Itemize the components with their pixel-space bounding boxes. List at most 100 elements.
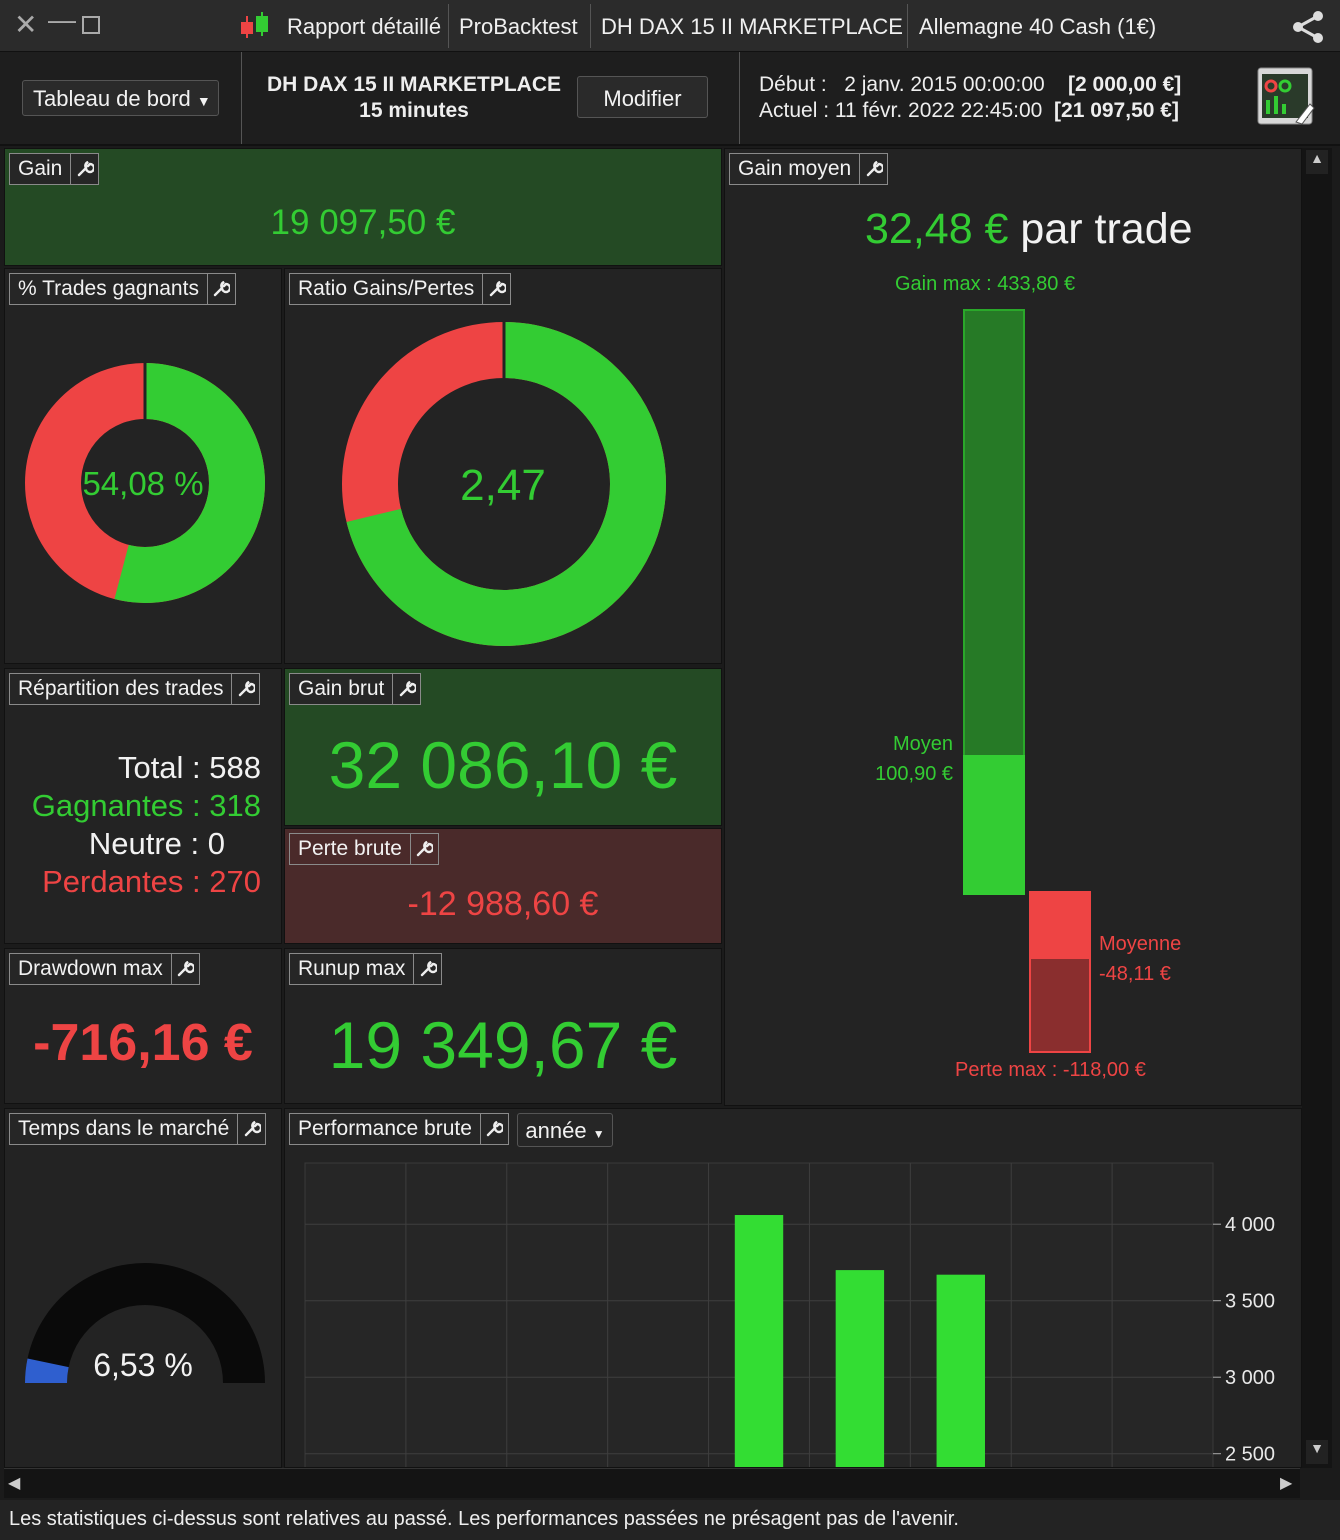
- start-label: Début :: [759, 73, 827, 96]
- gross-gain-panel: Gain brut 32 086,10 €: [284, 668, 722, 826]
- avg-loss-label: Moyenne: [1099, 933, 1182, 955]
- avg-loss-value: -48,11 €: [1099, 963, 1171, 985]
- drawdown-value: -716,16 €: [33, 1014, 253, 1072]
- candlestick-icon: [241, 12, 268, 38]
- trade-distribution-header: Répartition des trades: [9, 673, 261, 705]
- wrench-icon[interactable]: [231, 674, 259, 704]
- gain-panel-header: Gain: [9, 153, 100, 185]
- panel-title: Ratio Gains/Pertes: [298, 277, 475, 300]
- share-icon[interactable]: [1290, 10, 1326, 44]
- avg-gain-value: 32,48 €: [865, 205, 1009, 253]
- wrench-icon[interactable]: [482, 274, 510, 304]
- wrench-icon[interactable]: [170, 954, 199, 984]
- win-rate-panel-header: % Trades gagnants: [9, 273, 236, 305]
- tab-probacktest[interactable]: ProBacktest: [459, 14, 578, 40]
- panel-title: Répartition des trades: [18, 677, 224, 700]
- horizontal-scrollbar[interactable]: ◀ ▶: [4, 1468, 1300, 1498]
- chevron-down-icon: ▼: [196, 93, 211, 109]
- drawdown-header: Drawdown max: [9, 953, 200, 985]
- avg-win-bar: [963, 755, 1025, 895]
- chart-ytick-label: 3 000: [1225, 1367, 1275, 1389]
- panel-title: Perte brute: [298, 837, 402, 860]
- performance-panel: Performance brute année ▼ 4 000 3 500 3 00…: [284, 1108, 1302, 1468]
- avg-gain-panel-header: Gain moyen: [729, 153, 889, 185]
- winning-trades: Gagnantes : 318: [31, 788, 261, 823]
- tab-strategy[interactable]: DH DAX 15 II MARKETPLACE: [601, 14, 903, 40]
- avg-gain-panel: Gain moyen 32,48 € par trade Gain max : …: [724, 148, 1302, 1106]
- start-date: 2 janv. 2015 00:00:00: [844, 73, 1045, 96]
- chart-ytick-label: 2 500: [1225, 1444, 1275, 1466]
- time-in-market-panel: Temps dans le marché 6,53 %: [4, 1108, 282, 1468]
- panel-title: Temps dans le marché: [18, 1117, 230, 1140]
- current-date: 11 févr. 2022 22:45:00: [834, 99, 1043, 122]
- info-bar: Tableau de bord ▼ DH DAX 15 II MARKETPLA…: [0, 52, 1340, 146]
- win-rate-value: 54,08 %: [82, 465, 204, 502]
- panel-title: Gain brut: [298, 677, 385, 700]
- wrench-icon[interactable]: [413, 954, 441, 984]
- chart-ytick-label: 3 500: [1225, 1291, 1275, 1313]
- chart-bar: [835, 1270, 885, 1467]
- panel-title: % Trades gagnants: [18, 277, 199, 300]
- runup-panel: Runup max 19 349,67 €: [284, 948, 722, 1104]
- tab-detailed-report[interactable]: Rapport détaillé: [287, 14, 441, 40]
- avg-gain-suffix: par trade: [1020, 205, 1193, 253]
- settings-report-icon[interactable]: [1256, 66, 1318, 128]
- panel-title: Gain: [18, 157, 63, 180]
- runup-value: 19 349,67 €: [328, 1008, 678, 1082]
- modify-button[interactable]: Modifier: [577, 76, 708, 118]
- wrench-icon[interactable]: [237, 1114, 265, 1144]
- ratio-value: 2,47: [460, 461, 546, 510]
- gross-loss-header: Perte brute: [289, 833, 439, 865]
- gross-gain-value: 32 086,10 €: [328, 728, 678, 802]
- max-gain-label: Gain max : 433,80 €: [895, 273, 1076, 295]
- current-label: Actuel :: [759, 99, 830, 122]
- wrench-icon[interactable]: [206, 274, 235, 304]
- time-in-market-value: 6,53 %: [93, 1347, 193, 1383]
- ratio-panel: Ratio Gains/Pertes 2,47: [284, 268, 722, 664]
- avg-loss-bar: [1029, 891, 1091, 959]
- max-loss-label: Perte max : -118,00 €: [955, 1059, 1146, 1081]
- close-icon[interactable]: ✕: [14, 8, 37, 41]
- strategy-name: DH DAX 15 II MARKETPLACE: [266, 73, 562, 96]
- panel-title: Drawdown max: [18, 957, 163, 980]
- wrench-icon[interactable]: [859, 154, 887, 184]
- gross-loss-value: -12 988,60 €: [407, 885, 599, 923]
- neutral-trades: Neutre : 0: [88, 826, 225, 861]
- dashboard-select-label: Tableau de bord: [33, 86, 191, 111]
- avg-win-label: Moyen: [892, 733, 953, 755]
- gain-panel: Gain 19 097,50 €: [4, 148, 722, 266]
- chart-ytick-label: 4 000: [1225, 1214, 1275, 1236]
- minimize-icon[interactable]: —: [48, 4, 76, 36]
- maximize-icon[interactable]: [82, 16, 100, 34]
- panel-title: Runup max: [298, 957, 406, 980]
- start-capital: [2 000,00 €]: [1068, 73, 1182, 96]
- performance-chart: 4 000 3 500 3 000 2 500: [304, 1162, 1275, 1467]
- strategy-timeframe: 15 minutes: [359, 99, 469, 122]
- gross-loss-panel: Perte brute -12 988,60 €: [284, 828, 722, 944]
- losing-trades: Perdantes : 270: [42, 864, 261, 899]
- gross-gain-header: Gain brut: [289, 673, 422, 705]
- ratio-panel-header: Ratio Gains/Pertes: [289, 273, 512, 305]
- scroll-right-icon[interactable]: ▶: [1280, 1473, 1292, 1493]
- disclaimer: Les statistiques ci-dessus sont relative…: [0, 1500, 1340, 1540]
- wrench-icon[interactable]: [70, 154, 98, 184]
- scroll-down-icon[interactable]: ▼: [1306, 1440, 1328, 1464]
- total-trades: Total : 588: [117, 750, 261, 785]
- scroll-left-icon[interactable]: ◀: [8, 1473, 20, 1493]
- scroll-up-icon[interactable]: ▲: [1306, 150, 1328, 174]
- wrench-icon[interactable]: [392, 674, 420, 704]
- title-bar: ✕ — Rapport détaillé ProBacktest DH DAX …: [0, 0, 1340, 52]
- wrench-icon[interactable]: [409, 834, 438, 864]
- tab-instrument[interactable]: Allemagne 40 Cash (1€): [919, 14, 1156, 40]
- vertical-scrollbar[interactable]: ▲ ▼: [1302, 148, 1332, 1468]
- trade-distribution-panel: Répartition des trades Total : 588 Gagna…: [4, 668, 282, 944]
- panel-title: Gain moyen: [738, 157, 852, 180]
- chart-bar: [936, 1274, 985, 1467]
- win-rate-panel: % Trades gagnants 54,08 %: [4, 268, 282, 664]
- avg-win-value: 100,90 €: [875, 763, 953, 785]
- runup-header: Runup max: [289, 953, 443, 985]
- dashboard-select[interactable]: Tableau de bord ▼: [22, 80, 219, 116]
- drawdown-panel: Drawdown max -716,16 €: [4, 948, 282, 1104]
- chart-bar: [734, 1215, 784, 1467]
- gain-value: 19 097,50 €: [270, 203, 456, 242]
